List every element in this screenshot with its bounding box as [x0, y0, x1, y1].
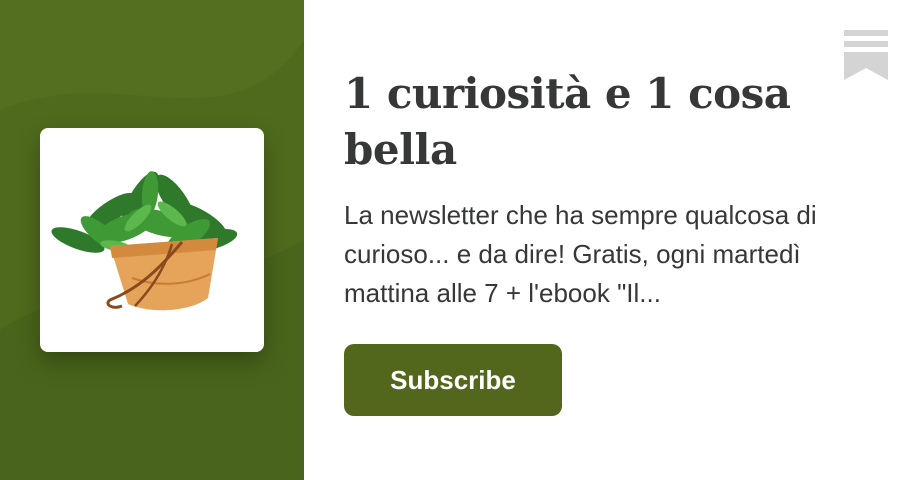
publication-logo: [40, 128, 264, 352]
publication-title: 1 curiosità e 1 cosa bella: [344, 69, 791, 174]
substack-bookmark-icon: [844, 30, 888, 80]
subscribe-button[interactable]: Subscribe: [344, 344, 562, 416]
publication-description: La newsletter che ha sempre qualcosa di …: [344, 200, 817, 308]
potted-plant-icon: [51, 171, 238, 311]
brand-panel: [0, 0, 304, 480]
